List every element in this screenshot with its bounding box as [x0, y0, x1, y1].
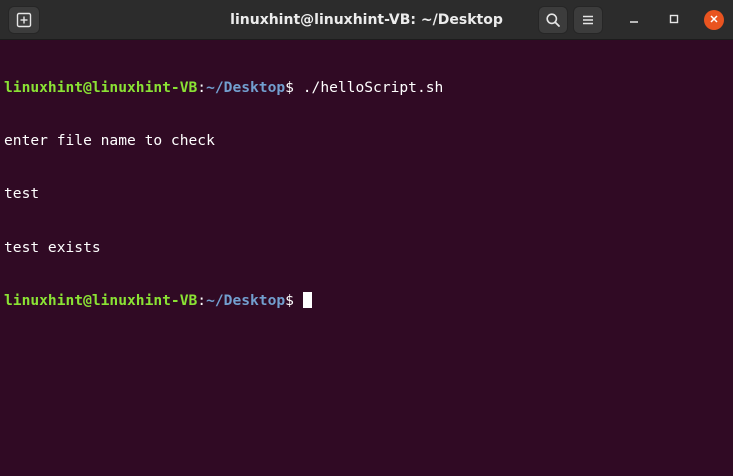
- terminal-output-line: test exists: [4, 238, 101, 256]
- prompt-colon: :: [197, 78, 207, 96]
- terminal-window: linuxhint@linuxhint-VB: ~/Desktop linuxh…: [0, 0, 733, 476]
- close-icon: [709, 11, 719, 29]
- prompt-user-host: linuxhint@linuxhint-VB: [4, 78, 198, 96]
- prompt-symbol: $: [285, 78, 303, 96]
- minimize-button[interactable]: [624, 10, 644, 30]
- maximize-icon: [669, 11, 679, 29]
- prompt-path: ~/Desktop: [206, 292, 286, 310]
- prompt-path: ~/Desktop: [206, 78, 286, 96]
- terminal-output-line: test: [4, 185, 40, 203]
- prompt-user-host: linuxhint@linuxhint-VB: [4, 292, 198, 310]
- prompt-symbol: $: [285, 292, 303, 310]
- new-tab-button[interactable]: [8, 6, 40, 34]
- close-button[interactable]: [704, 10, 724, 30]
- menu-button[interactable]: [573, 6, 603, 34]
- command-text: ./helloScript.sh: [302, 78, 444, 96]
- terminal-line-command: linuxhint@linuxhint-VB:~/Desktop$ ./hell…: [4, 79, 733, 97]
- terminal-output-area[interactable]: linuxhint@linuxhint-VB:~/Desktop$ ./hell…: [0, 40, 733, 476]
- search-icon: [545, 12, 561, 28]
- text-cursor: [302, 292, 312, 309]
- new-tab-icon: [16, 12, 32, 28]
- prompt-colon: :: [197, 292, 207, 310]
- title-bar: linuxhint@linuxhint-VB: ~/Desktop: [0, 0, 733, 40]
- terminal-output-line: enter file name to check: [4, 131, 215, 149]
- terminal-line-prompt: linuxhint@linuxhint-VB:~/Desktop$: [4, 292, 733, 310]
- minimize-icon: [629, 11, 639, 29]
- search-button[interactable]: [538, 6, 568, 34]
- hamburger-menu-icon: [581, 13, 595, 27]
- maximize-button[interactable]: [664, 10, 684, 30]
